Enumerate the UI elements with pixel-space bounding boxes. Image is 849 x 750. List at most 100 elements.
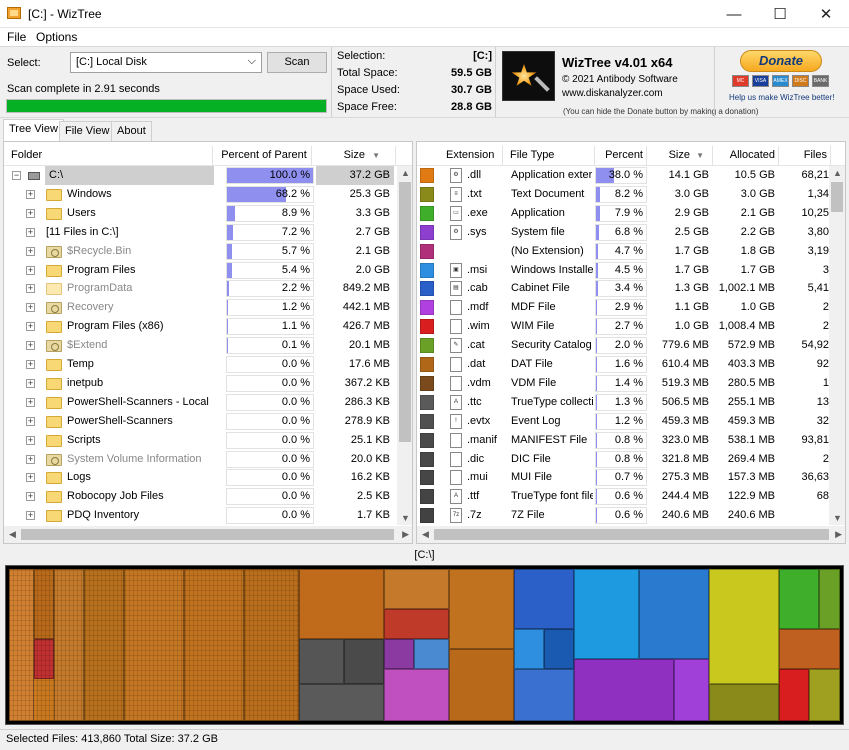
column-header-files[interactable]: Files xyxy=(781,146,831,165)
treemap-block[interactable] xyxy=(514,669,574,721)
tree-row[interactable]: + Windows 68.2 % 25.3 GB xyxy=(4,185,412,204)
treemap-block[interactable] xyxy=(674,659,709,721)
treemap-block[interactable] xyxy=(384,639,414,669)
treemap-block[interactable] xyxy=(414,639,449,669)
treemap-block[interactable] xyxy=(449,569,514,649)
file-type-row[interactable]: A .ttf TrueType font file 0.6 % 244.4 MB 122.… xyxy=(417,487,845,506)
close-button[interactable]: ✕ xyxy=(803,0,849,28)
tree-row[interactable]: − C:\ 100.0 % 37.2 GB xyxy=(4,166,412,185)
scroll-right-icon[interactable]: ▶ xyxy=(835,529,842,540)
tree-row[interactable]: + [11 Files in C:\] 7.2 % 2.7 GB xyxy=(4,223,412,242)
scroll-left-icon[interactable]: ◀ xyxy=(9,529,16,540)
tree-row[interactable]: + Scripts 0.0 % 25.1 KB xyxy=(4,431,412,450)
column-header-percent[interactable]: Percent xyxy=(597,146,647,165)
column-header-file-type[interactable]: File Type xyxy=(507,146,595,165)
file-type-row[interactable]: ▭ .exe Application 7.9 % 2.9 GB 2.1 GB 10,25 xyxy=(417,204,845,223)
treemap-block[interactable] xyxy=(299,684,384,721)
file-types-vscrollbar[interactable]: ▲ ▼ xyxy=(829,166,845,525)
tree-row[interactable]: + ProgramData 2.2 % 849.2 MB xyxy=(4,279,412,298)
column-header-type-size[interactable]: Size ▼ xyxy=(649,146,713,165)
tree-row[interactable]: + Users 8.9 % 3.3 GB xyxy=(4,204,412,223)
file-type-row[interactable]: ≡ .txt Text Document 8.2 % 3.0 GB 3.0 GB 1,34 xyxy=(417,185,845,204)
treemap-block[interactable] xyxy=(709,569,779,684)
file-types-hscroll-thumb[interactable] xyxy=(434,529,829,540)
treemap-block[interactable] xyxy=(709,684,779,721)
expand-toggle-icon[interactable]: − xyxy=(12,171,21,180)
tree-row[interactable]: + PowerShell-Scanners 0.0 % 278.9 KB xyxy=(4,412,412,431)
file-type-row[interactable]: ! .evtx Event Log 1.2 % 459.3 MB 459.3 MB 32 xyxy=(417,412,845,431)
treemap-block[interactable] xyxy=(514,629,544,669)
treemap-block[interactable] xyxy=(449,649,514,721)
file-type-row[interactable]: A .ttc TrueType collecti 1.3 % 506.5 MB 255.1… xyxy=(417,393,845,412)
treemap-block[interactable] xyxy=(299,569,384,639)
tree-row[interactable]: + Temp 0.0 % 17.6 MB xyxy=(4,355,412,374)
scroll-right-icon[interactable]: ▶ xyxy=(402,529,409,540)
folder-tree-vscrollbar[interactable]: ▲ ▼ xyxy=(397,166,412,525)
column-header-size[interactable]: Size ▼ xyxy=(314,146,396,165)
file-type-row[interactable]: ⚙ .dll Application exter 38.0 % 14.1 GB 10.5 … xyxy=(417,166,845,185)
scan-button[interactable]: Scan xyxy=(267,52,327,73)
tab-file-view[interactable]: File View xyxy=(59,121,116,141)
column-header-extension[interactable]: Extension xyxy=(443,146,503,165)
expand-toggle-icon[interactable]: + xyxy=(26,303,35,313)
treemap-block[interactable] xyxy=(809,669,840,721)
tree-row[interactable]: + $Extend 0.1 % 20.1 MB xyxy=(4,336,412,355)
menu-file[interactable]: File xyxy=(7,30,26,44)
file-type-row[interactable]: .dic DIC File 0.8 % 321.8 MB 269.4 MB 2 xyxy=(417,450,845,469)
file-type-row[interactable]: 7z .7z 7Z File 0.6 % 240.6 MB 240.6 MB xyxy=(417,506,845,525)
file-type-row[interactable]: .wim WIM File 2.7 % 1.0 GB 1,008.4 MB 2 xyxy=(417,317,845,336)
expand-toggle-icon[interactable]: + xyxy=(26,397,35,407)
expand-toggle-icon[interactable]: + xyxy=(26,492,35,502)
drive-select[interactable]: [C:] Local Disk ⌵ xyxy=(70,52,262,73)
tab-about[interactable]: About xyxy=(111,121,152,141)
expand-toggle-icon[interactable]: + xyxy=(26,511,35,521)
tree-row[interactable]: + Logs 0.0 % 16.2 KB xyxy=(4,468,412,487)
tree-row[interactable]: + PDQ Inventory 0.0 % 1.7 KB xyxy=(4,506,412,525)
expand-toggle-icon[interactable]: + xyxy=(26,246,35,256)
tree-row[interactable]: + inetpub 0.0 % 367.2 KB xyxy=(4,374,412,393)
tree-row[interactable]: + Program Files 5.4 % 2.0 GB xyxy=(4,261,412,280)
expand-toggle-icon[interactable]: + xyxy=(26,435,35,445)
expand-toggle-icon[interactable]: + xyxy=(26,189,35,199)
file-type-row[interactable]: ▣ .msi Windows Installe 4.5 % 1.7 GB 1.7 GB 3 xyxy=(417,261,845,280)
expand-toggle-icon[interactable]: + xyxy=(26,322,35,332)
brand-url[interactable]: www.diskanalyzer.com xyxy=(562,88,663,99)
treemap-block[interactable] xyxy=(574,569,639,659)
folder-tree-vscroll-thumb[interactable] xyxy=(399,182,411,442)
expand-toggle-icon[interactable]: + xyxy=(26,341,35,351)
expand-toggle-icon[interactable]: + xyxy=(26,208,35,218)
file-type-row[interactable]: .vdm VDM File 1.4 % 519.3 MB 280.5 MB 1 xyxy=(417,374,845,393)
treemap-block[interactable] xyxy=(384,669,449,721)
file-type-row[interactable]: .dat DAT File 1.6 % 610.4 MB 403.3 MB 92 xyxy=(417,355,845,374)
treemap-block[interactable] xyxy=(574,659,674,721)
file-type-row[interactable]: (No Extension) 4.7 % 1.7 GB 1.8 GB 3,19 xyxy=(417,242,845,261)
scroll-up-icon[interactable]: ▲ xyxy=(401,168,410,178)
treemap-block[interactable] xyxy=(639,569,709,659)
treemap-block[interactable] xyxy=(384,569,449,609)
maximize-button[interactable]: ☐ xyxy=(757,0,803,28)
tree-row[interactable]: + Recovery 1.2 % 442.1 MB xyxy=(4,298,412,317)
expand-toggle-icon[interactable]: + xyxy=(26,227,35,237)
folder-tree-hscrollbar[interactable]: ◀ ▶ xyxy=(4,526,412,543)
expand-toggle-icon[interactable]: + xyxy=(26,284,35,294)
treemap-block[interactable] xyxy=(779,569,819,629)
column-header-folder[interactable]: Folder xyxy=(8,146,213,165)
treemap-block[interactable] xyxy=(544,629,574,669)
disk-treemap[interactable] xyxy=(9,569,840,721)
folder-tree-hscroll-thumb[interactable] xyxy=(21,529,394,540)
treemap-block[interactable] xyxy=(779,669,809,721)
file-types-vscroll-thumb[interactable] xyxy=(831,182,843,212)
expand-toggle-icon[interactable]: + xyxy=(26,416,35,426)
expand-toggle-icon[interactable]: + xyxy=(26,378,35,388)
column-header-allocated[interactable]: Allocated xyxy=(715,146,779,165)
file-type-row[interactable]: .mui MUI File 0.7 % 275.3 MB 157.3 MB 36,63 xyxy=(417,468,845,487)
expand-toggle-icon[interactable]: + xyxy=(26,265,35,275)
expand-toggle-icon[interactable]: + xyxy=(26,473,35,483)
scroll-down-icon[interactable]: ▼ xyxy=(833,513,842,523)
expand-toggle-icon[interactable]: + xyxy=(26,454,35,464)
file-type-row[interactable]: ▤ .cab Cabinet File 3.4 % 1.3 GB 1,002.1 MB 5,… xyxy=(417,279,845,298)
treemap-block[interactable] xyxy=(344,639,384,684)
tree-row[interactable]: + System Volume Information 0.0 % 20.0 KB xyxy=(4,450,412,469)
tab-tree-view[interactable]: Tree View xyxy=(3,119,64,141)
tree-row[interactable]: + Robocopy Job Files 0.0 % 2.5 KB xyxy=(4,487,412,506)
